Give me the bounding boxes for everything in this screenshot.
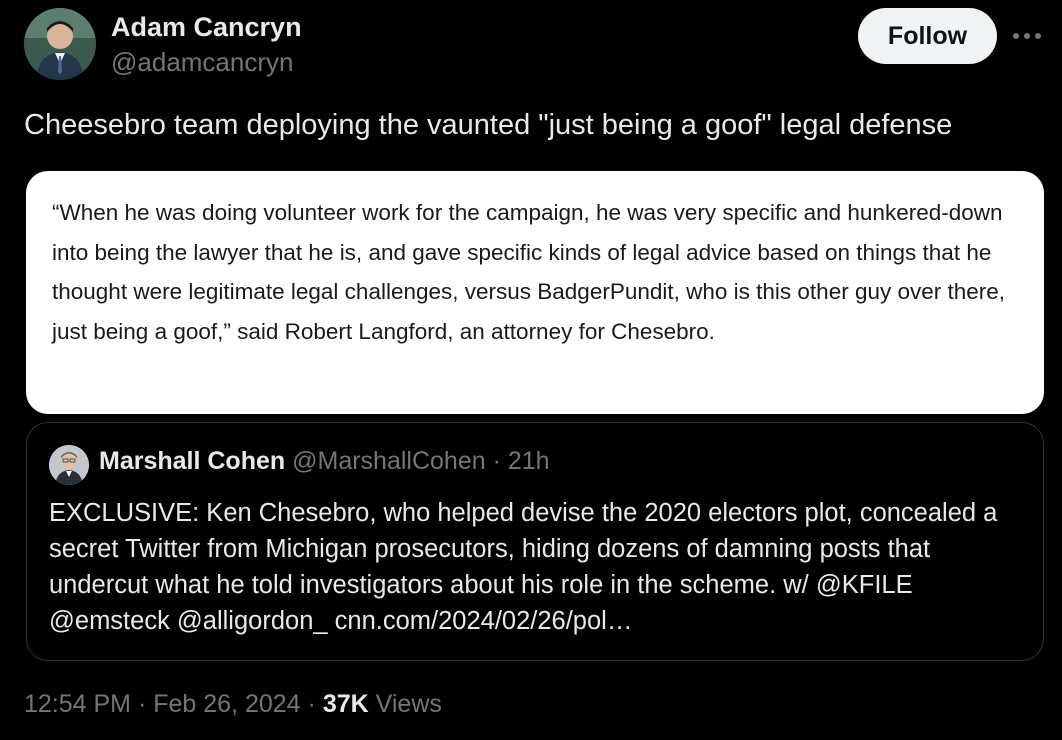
meta-separator: · xyxy=(137,690,147,718)
tweet-time[interactable]: 12:54 PM xyxy=(24,690,131,718)
quoted-tweet-time: 21h xyxy=(507,447,550,475)
tweet-header: Adam Cancryn @adamcancryn Follow xyxy=(24,8,1044,84)
quoted-tweet-text: EXCLUSIVE: Ken Chesebro, who helped devi… xyxy=(49,499,998,635)
views-count: 37K xyxy=(322,690,369,718)
tweet-metadata: 12:54 PM · Feb 26, 2024 · 37K Views xyxy=(24,690,442,719)
quoted-tweet-header: Marshall Cohen @MarshallCohen · 21h xyxy=(99,447,550,476)
more-options-button[interactable] xyxy=(1009,22,1045,50)
quoted-author-avatar xyxy=(49,445,89,485)
more-horizontal-icon xyxy=(1013,33,1041,39)
quoted-author-avatar-image xyxy=(49,445,89,485)
author-handle[interactable]: @adamcancryn xyxy=(111,47,293,78)
meta-separator: · xyxy=(307,690,316,718)
quoted-author-name: Marshall Cohen xyxy=(99,447,286,475)
quoted-author-handle: @MarshallCohen xyxy=(292,447,486,475)
author-name[interactable]: Adam Cancryn xyxy=(111,12,302,43)
author-avatar-image xyxy=(24,8,96,80)
follow-button[interactable]: Follow xyxy=(858,8,997,64)
quoted-header-separator: · xyxy=(492,447,501,475)
author-avatar[interactable] xyxy=(24,8,96,80)
tweet-media-image[interactable]: “When he was doing volunteer work for th… xyxy=(26,171,1044,414)
quoted-tweet[interactable]: Marshall Cohen @MarshallCohen · 21h EXCL… xyxy=(26,422,1044,661)
tweet-date[interactable]: Feb 26, 2024 xyxy=(153,690,300,718)
media-quote-text: “When he was doing volunteer work for th… xyxy=(52,200,1006,344)
tweet-text: Cheesebro team deploying the vaunted "ju… xyxy=(24,109,953,141)
views-label: Views xyxy=(375,690,442,718)
